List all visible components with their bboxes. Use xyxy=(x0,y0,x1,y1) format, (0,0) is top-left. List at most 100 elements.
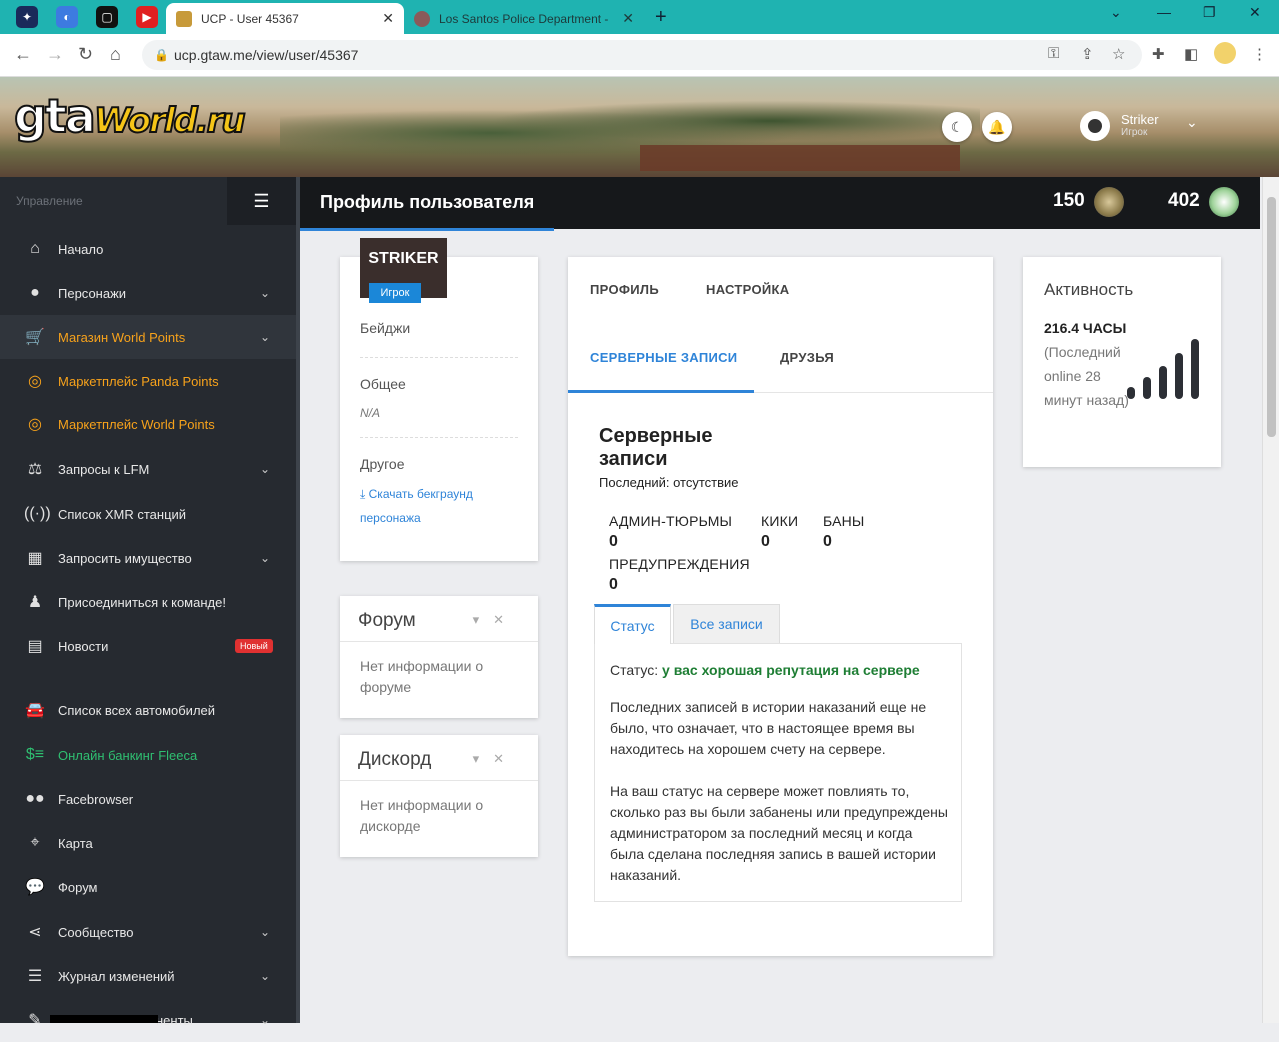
page-scrollbar[interactable] xyxy=(1262,177,1279,1023)
sidebar-item-label: Форум xyxy=(58,879,98,895)
sidebar-item-characters[interactable]: ● Персонажи ⌄ xyxy=(0,271,296,315)
subtab-status[interactable]: Статус xyxy=(594,604,671,644)
close-tab-icon[interactable]: ✕ xyxy=(622,10,634,27)
admin-jail-label: АДМИН-ТЮРЬМЫ xyxy=(609,513,733,529)
forward-icon[interactable]: → xyxy=(46,44,64,65)
download-icon: ⤓ xyxy=(360,487,369,501)
sidebar-item-label: Список всех автомобилей xyxy=(58,702,216,718)
document-icon: ✎ xyxy=(28,1012,42,1029)
sidebar-item-vehicles[interactable]: 🚘 Список всех автомобилей xyxy=(0,688,296,732)
sidebar-item-world-points-shop[interactable]: 🛒 Магазин World Points ⌄ xyxy=(0,315,296,359)
browser-tab-strip: ✦ ◐ ▢ ▶ UCP - User 45367 ✕ Los Santos Po… xyxy=(0,0,1279,34)
sidebar-item-fleeca-banking[interactable]: $≡ Онлайн банкинг Fleeca xyxy=(0,733,296,777)
sidebar-item-label: Запросы к LFM xyxy=(58,461,150,477)
back-icon[interactable]: ← xyxy=(14,44,32,65)
tab-title: UCP - User 45367 xyxy=(201,11,299,26)
lock-icon: 🔒 xyxy=(154,48,169,62)
banner-train xyxy=(640,145,960,171)
tab-ucp[interactable]: UCP - User 45367 ✕ xyxy=(166,3,404,34)
sidebar-item-facebrowser[interactable]: ●● Facebrowser xyxy=(0,777,296,821)
signal-bars-icon xyxy=(1127,336,1199,399)
discord-box-body: Нет информации о дискорде xyxy=(360,797,484,834)
home-button-icon[interactable]: ⌂ xyxy=(110,44,121,65)
map-icon: ⌖ xyxy=(30,834,40,851)
side-panel-icon[interactable]: ◧ xyxy=(1184,45,1198,63)
sidebar-item-label: Персонажи xyxy=(58,285,127,301)
key-icon[interactable]: ⚿ xyxy=(1048,45,1059,62)
sidebar-item-forum[interactable]: 💬 Форум xyxy=(0,865,296,909)
download-link-text: Скачать бекграунд персонажа xyxy=(360,487,473,525)
scrollbar-thumb[interactable] xyxy=(1267,197,1276,437)
close-icon[interactable]: ✕ xyxy=(493,612,518,627)
tab-profile[interactable]: ПРОФИЛЬ xyxy=(590,282,659,297)
sidebar-item-community[interactable]: ⋖ Сообщество ⌄ xyxy=(0,910,296,954)
tab-lspd[interactable]: Los Santos Police Department - ✕ xyxy=(404,3,644,34)
users-icon: ●● xyxy=(25,790,45,807)
sidebar-item-request-property[interactable]: ▦ Запросить имущество ⌄ xyxy=(0,536,296,580)
chevron-down-icon: ⌄ xyxy=(259,969,270,983)
hamburger-menu-icon[interactable]: ☰ xyxy=(227,177,296,225)
new-tab-icon[interactable]: + xyxy=(655,6,667,29)
address-toolbar: ← → ↻ ⌂ 🔒 ucp.gtaw.me/view/user/45367 ⚿ … xyxy=(0,34,1279,77)
general-value: N/A xyxy=(360,406,381,420)
bans-value: 0 xyxy=(823,533,832,550)
sidebar-item-panda-marketplace[interactable]: ◎ Маркетплейс Panda Points xyxy=(0,359,296,403)
collapse-icon[interactable]: ▾ xyxy=(473,751,494,766)
money-icon: $≡ xyxy=(25,746,45,763)
pinned-tab-2[interactable]: ◐ xyxy=(56,6,78,28)
pinned-tab-youtube[interactable]: ▶ xyxy=(136,6,158,28)
profile-name: STRIKER xyxy=(368,250,439,267)
profile-avatar-icon[interactable] xyxy=(1214,42,1236,64)
chevron-down-icon: ⌄ xyxy=(259,286,270,300)
cart-icon: 🛒 xyxy=(25,329,45,346)
reload-icon[interactable]: ↻ xyxy=(78,44,93,65)
user-menu-chevron-icon[interactable]: ⌄ xyxy=(1186,114,1198,131)
notifications-bell-icon[interactable]: 🔔 xyxy=(982,112,1012,142)
user-name[interactable]: Striker xyxy=(1121,112,1159,127)
sidebar-item-lfm-requests[interactable]: ⚖ Запросы к LFM ⌄ xyxy=(0,447,296,491)
url-bar[interactable]: 🔒 ucp.gtaw.me/view/user/45367 xyxy=(142,40,1142,70)
sidebar-item-join-team[interactable]: ♟ Присоединиться к команде! xyxy=(0,580,296,624)
warnings-label: ПРЕДУПРЕЖДЕНИЯ xyxy=(609,556,750,572)
tab-settings[interactable]: НАСТРОЙКА xyxy=(706,282,789,297)
extensions-icon[interactable]: ✚ xyxy=(1152,45,1165,63)
bookmark-star-icon[interactable]: ☆ xyxy=(1112,45,1125,63)
sidebar-item-xmr-stations[interactable]: ((·)) Список XMR станций xyxy=(0,492,296,536)
sidebar-item-news[interactable]: ▤ Новости Новый xyxy=(0,624,296,668)
sidebar-item-label: Онлайн банкинг Fleeca xyxy=(58,747,198,763)
close-window-icon[interactable]: ✕ xyxy=(1249,4,1261,21)
coins-icon: ◎ xyxy=(28,416,42,433)
pinned-tab-3[interactable]: ▢ xyxy=(96,6,118,28)
sidebar-item-label: Сообщество xyxy=(58,924,134,940)
close-icon[interactable]: ✕ xyxy=(493,751,518,766)
sidebar-item-home[interactable]: ⌂ Начало xyxy=(0,227,296,271)
activity-last-online: (Последний online 28 минут назад) xyxy=(1044,344,1129,408)
sidebar-item-label: Запросить имущество xyxy=(58,550,192,566)
menu-dots-icon[interactable]: ⋮ xyxy=(1252,45,1267,63)
pinned-tab-1[interactable]: ✦ xyxy=(16,6,38,28)
sidebar-item-map[interactable]: ⌖ Карта xyxy=(0,821,296,865)
dark-mode-icon[interactable]: ☾ xyxy=(942,112,972,142)
sidebar-item-label: Магазин World Points xyxy=(58,329,186,345)
status-value: у вас хорошая репутация на сервере xyxy=(662,662,920,678)
forum-box: Форум ▾✕ Нет информации о форуме xyxy=(340,596,538,718)
tab-server-records[interactable]: СЕРВЕРНЫЕ ЗАПИСИ xyxy=(590,350,737,365)
tab-friends[interactable]: ДРУЗЬЯ xyxy=(780,350,834,365)
share-icon[interactable]: ⇪ xyxy=(1081,45,1094,63)
download-background-link[interactable]: ⤓ Скачать бекграунд персонажа xyxy=(360,482,510,530)
sidebar-item-wp-marketplace[interactable]: ◎ Маркетплейс World Points xyxy=(0,402,296,446)
site-logo[interactable]: gtaWorld.ru xyxy=(13,88,247,144)
logo-sub: World.ru xyxy=(93,100,247,142)
subtab-all-records[interactable]: Все записи xyxy=(673,604,780,644)
tab-search-icon[interactable]: ⌄ xyxy=(1110,4,1122,21)
minimize-icon[interactable]: — xyxy=(1157,4,1171,20)
user-avatar[interactable] xyxy=(1080,111,1110,141)
sidebar-item-changelog[interactable]: ☰ Журнал изменений ⌄ xyxy=(0,954,296,998)
records-title: Серверные записи xyxy=(599,425,713,470)
maximize-icon[interactable]: ❐ xyxy=(1203,4,1216,21)
close-tab-icon[interactable]: ✕ xyxy=(382,10,394,27)
sidebar-item-label: Новости xyxy=(58,638,109,654)
home-icon: ⌂ xyxy=(30,240,40,257)
forum-box-body: Нет информации о форуме xyxy=(360,658,484,695)
collapse-icon[interactable]: ▾ xyxy=(473,612,494,627)
